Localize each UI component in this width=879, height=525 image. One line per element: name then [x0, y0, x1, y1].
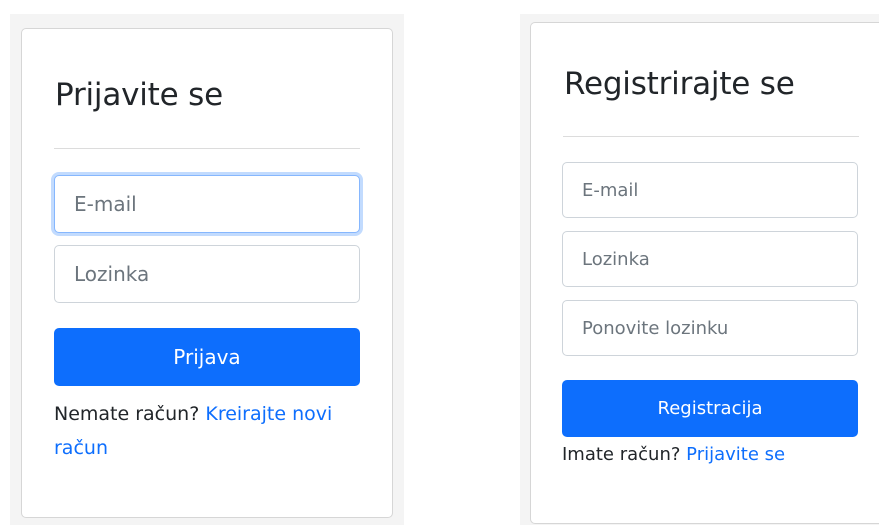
login-footer: Nemate račun? Kreirajte novi račun [54, 397, 354, 465]
login-card: Prijavite se Prijava Nemate račun? Kreir… [21, 28, 393, 518]
login-title: Prijavite se [55, 77, 223, 113]
login-divider [54, 148, 360, 149]
login-password-input[interactable] [54, 245, 360, 303]
register-title: Registrirajte se [564, 66, 795, 102]
login-footer-text: Nemate račun? [54, 403, 200, 425]
login-submit-button[interactable]: Prijava [54, 328, 360, 386]
login-email-input[interactable] [54, 175, 360, 233]
register-footer: Imate račun? Prijavite se [562, 441, 862, 469]
register-password-input[interactable] [562, 231, 858, 287]
login-link[interactable]: Prijavite se [686, 444, 785, 465]
register-card: Registrirajte se Registracija Imate raču… [530, 22, 879, 524]
register-submit-button[interactable]: Registracija [562, 380, 858, 437]
register-divider [563, 136, 859, 137]
register-repeat-password-input[interactable] [562, 300, 858, 356]
register-email-input[interactable] [562, 162, 858, 218]
register-footer-text: Imate račun? [562, 444, 681, 465]
